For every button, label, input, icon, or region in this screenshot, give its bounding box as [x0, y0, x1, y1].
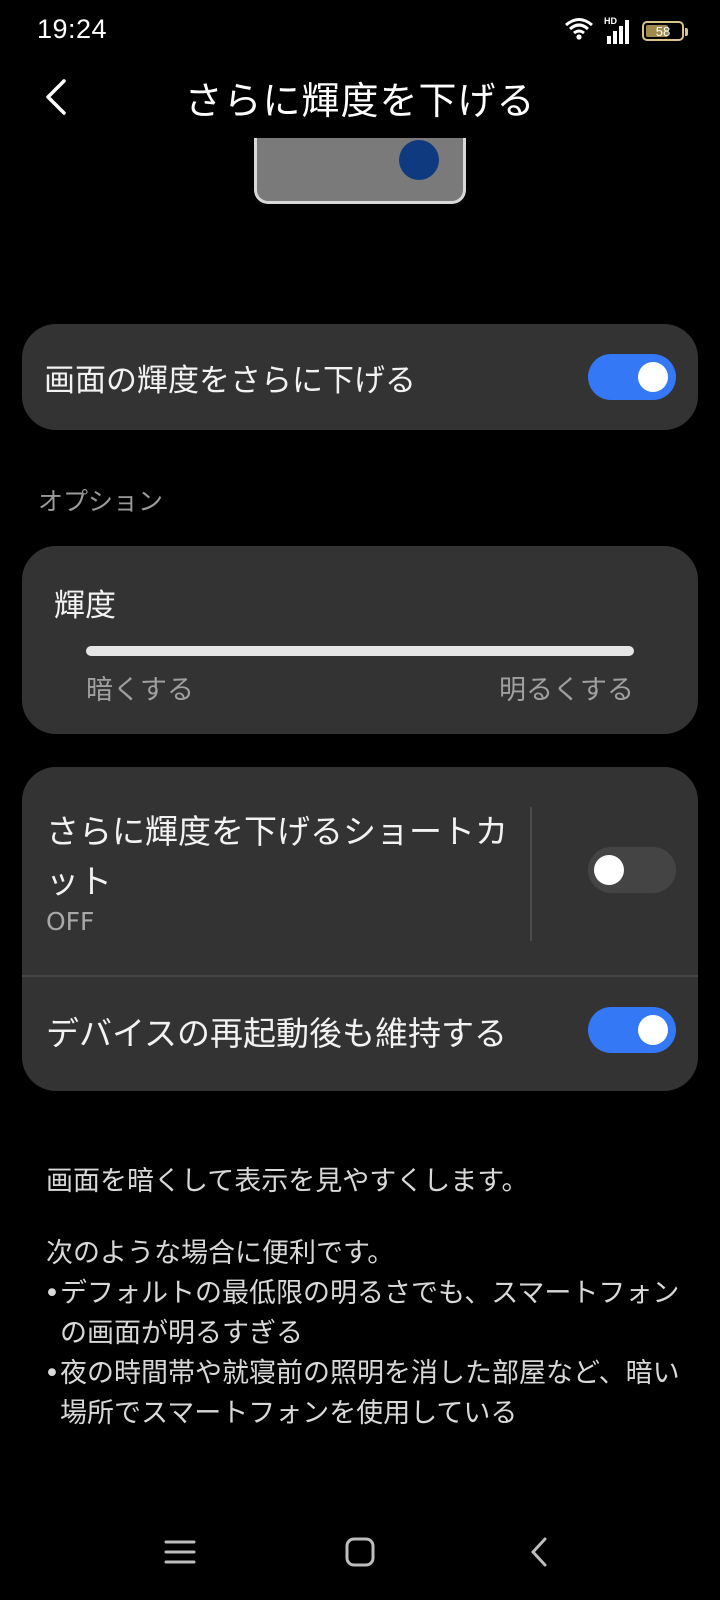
- signal-icon: HD: [604, 16, 632, 44]
- status-icons: HD 58: [564, 16, 688, 46]
- preview-illustration: [254, 138, 466, 204]
- page-title: さらに輝度を下げる: [184, 79, 536, 123]
- keep-after-restart-toggle-switch[interactable]: [588, 1007, 676, 1053]
- description-intro: 画面を暗くして表示を見やすくします。: [46, 1166, 529, 1197]
- slider-min-label: 暗くする: [86, 675, 194, 706]
- battery-level: 58: [655, 23, 671, 39]
- brightness-slider[interactable]: [86, 646, 634, 656]
- brightness-title: 輝度: [54, 588, 116, 624]
- slider-max-label: 明るくする: [499, 675, 634, 706]
- header: さらに輝度を下げる: [0, 62, 720, 132]
- recent-apps-icon: [164, 1540, 196, 1564]
- status-time: 19:24: [37, 14, 108, 44]
- toggle-knob: [638, 1015, 668, 1045]
- back-icon: [531, 1537, 547, 1567]
- main-toggle-switch[interactable]: [588, 354, 676, 400]
- nav-back-button[interactable]: [510, 1524, 570, 1580]
- recent-apps-button[interactable]: [150, 1524, 210, 1580]
- brightness-card: 輝度 暗くする 明るくする: [22, 546, 698, 734]
- wifi-icon: [564, 17, 594, 45]
- shortcut-status: OFF: [46, 907, 95, 936]
- options-section-label: オプション: [38, 487, 164, 516]
- description: 画面を暗くして表示を見やすくします。 次のような場合に便利です。 デフォルトの最…: [44, 1162, 686, 1434]
- description-bullet: 夜の時間帯や就寝前の照明を消した部屋など、暗い場所でスマートフォンを使用している: [44, 1354, 686, 1434]
- home-icon: [345, 1537, 375, 1567]
- home-button[interactable]: [330, 1524, 390, 1580]
- divider: [530, 807, 532, 941]
- shortcut-row[interactable]: さらに輝度を下げるショートカット OFF: [22, 767, 698, 975]
- shortcut-toggle-switch[interactable]: [588, 847, 676, 893]
- status-bar: 19:24 HD 58: [0, 0, 720, 62]
- shortcut-label: さらに輝度を下げるショートカット: [46, 812, 508, 901]
- description-useful-heading: 次のような場合に便利です。: [46, 1238, 395, 1269]
- main-toggle-row[interactable]: 画面の輝度をさらに下げる: [22, 324, 698, 430]
- options-card: さらに輝度を下げるショートカット OFF デバイスの再起動後も維持する: [22, 767, 698, 1091]
- preview-dot: [399, 140, 439, 180]
- keep-after-restart-row[interactable]: デバイスの再起動後も維持する: [22, 977, 698, 1091]
- main-toggle-label: 画面の輝度をさらに下げる: [44, 363, 416, 399]
- toggle-knob: [594, 855, 624, 885]
- description-bullet: デフォルトの最低限の明るさでも、スマートフォンの画面が明るすぎる: [44, 1274, 686, 1354]
- keep-after-restart-label: デバイスの再起動後も維持する: [46, 1014, 508, 1053]
- toggle-knob: [638, 362, 668, 392]
- battery-icon: 58: [642, 21, 688, 41]
- navigation-bar: [0, 1504, 720, 1600]
